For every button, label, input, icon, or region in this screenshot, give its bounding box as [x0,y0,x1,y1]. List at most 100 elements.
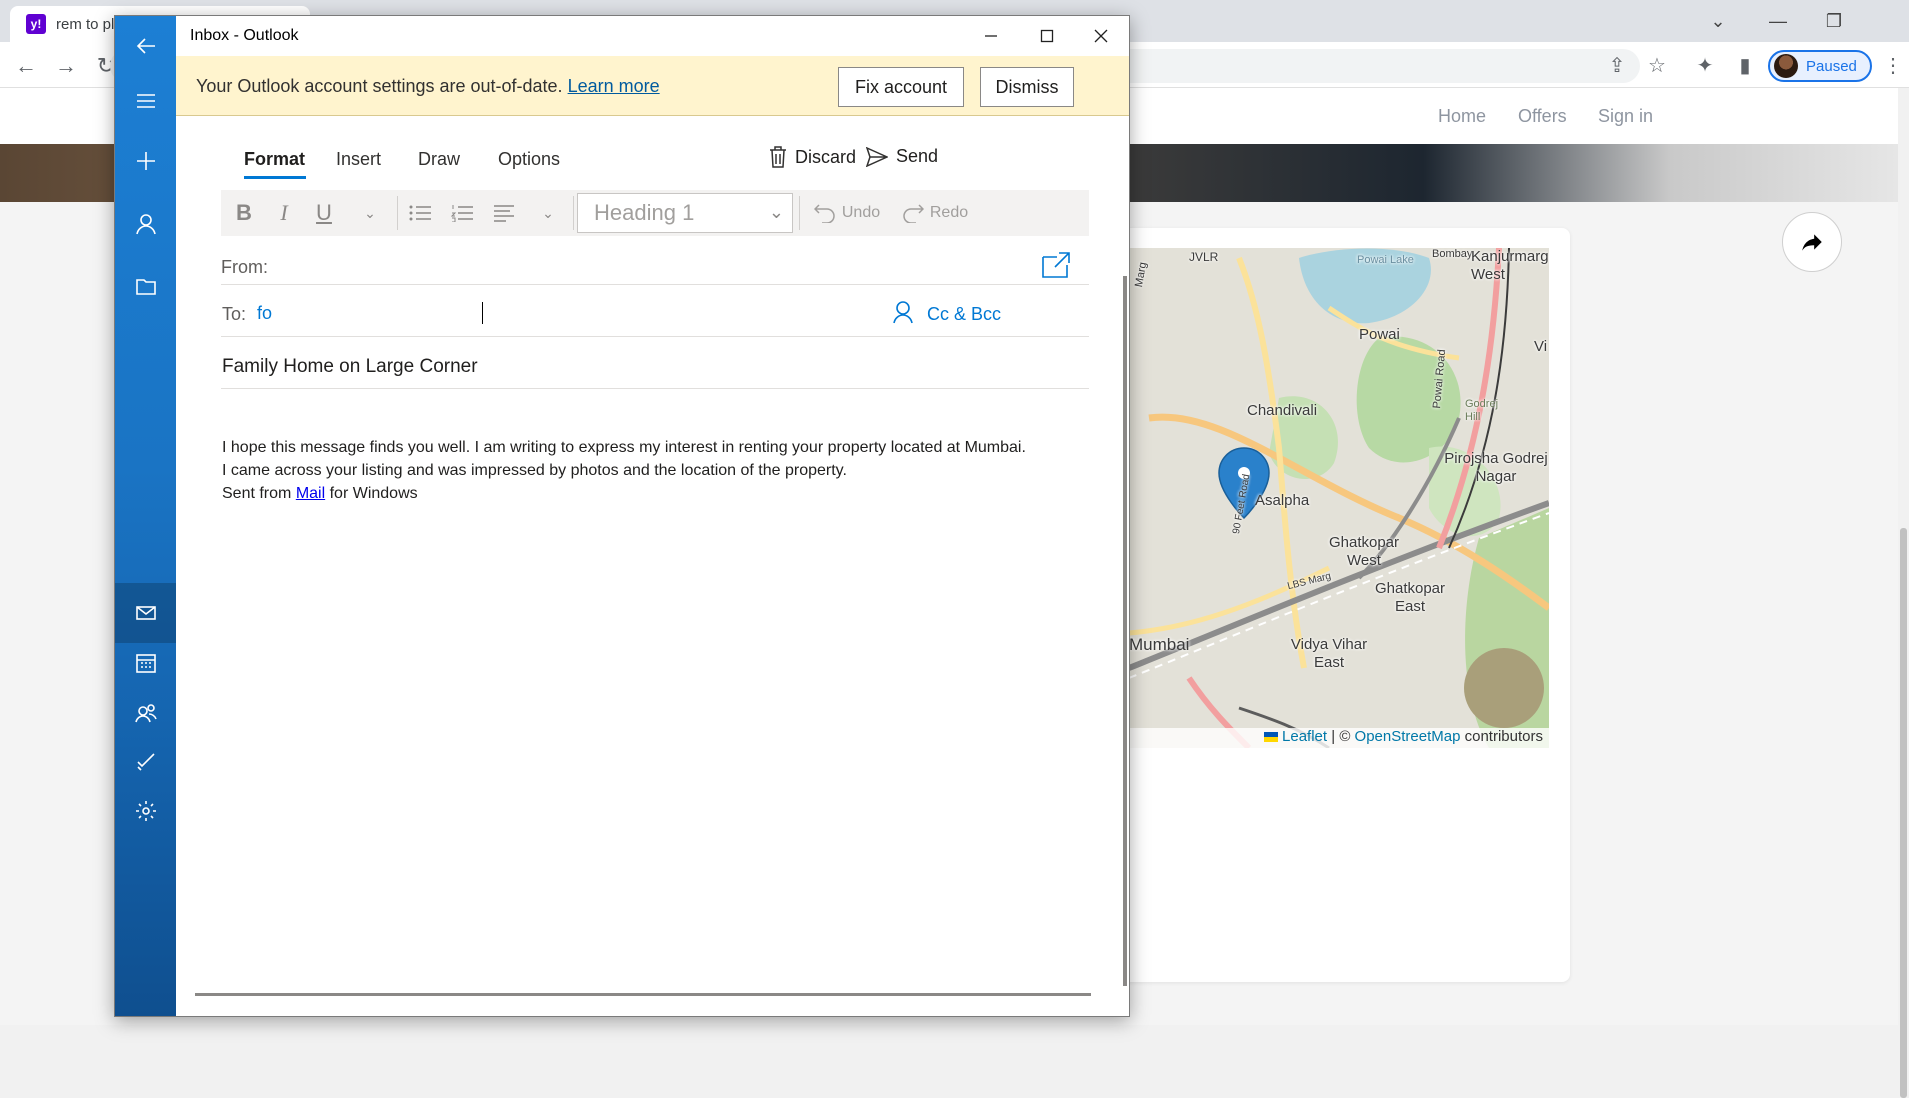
cc-bcc-button[interactable]: Cc & Bcc [927,304,1001,325]
format-toolbar: B I U ⌄ ⌄ Heading 1 ⌄ Undo Redo [221,190,1089,236]
font-options-chevron-icon[interactable]: ⌄ [353,190,387,236]
nav-signin-link[interactable]: Sign in [1598,106,1653,127]
to-label: To: [222,304,247,324]
share-arrow-icon [1802,234,1822,251]
forward-arrow-icon[interactable]: → [50,50,82,82]
profile-paused-chip[interactable]: Paused [1768,50,1872,82]
osm-link[interactable]: OpenStreetMap [1355,728,1461,745]
plus-icon [136,152,155,170]
share-page-icon[interactable]: ⇪ [1602,50,1632,80]
to-row: To: fo Cc & Bcc [221,286,1089,337]
mail-icon [135,606,156,620]
browser-tab-title: rem to pl [56,15,115,33]
toolbar-divider [573,196,574,230]
hamburger-icon [136,94,155,108]
nav-offers-link[interactable]: Offers [1518,106,1567,127]
popout-window-icon [1042,252,1070,278]
browser-minimize-icon[interactable]: — [1750,0,1806,42]
page-scrollbar-thumb[interactable] [1900,528,1907,1098]
redo-button[interactable]: Redo [897,190,973,236]
map-label-ghatkopar-east: Ghatkopar East [1374,580,1446,615]
side-panel-icon[interactable]: ▮ [1730,50,1760,80]
avatar [1774,54,1798,78]
page-scrollbar[interactable] [1898,88,1909,1098]
undo-button[interactable]: Undo [809,190,885,236]
person-icon [893,301,913,324]
tab-format[interactable]: Format [244,149,305,170]
tab-options[interactable]: Options [498,149,560,170]
gear-icon [135,801,156,821]
map-label-jvlr: JVLR [1189,250,1219,264]
message-body[interactable]: I hope this message finds you well. I am… [222,436,1092,505]
heading-style-dropdown[interactable]: Heading 1 ⌄ [577,193,793,233]
map-label-asalpha: Asalpha [1255,492,1310,509]
map-label-mumbai: Mumbai [1129,635,1190,654]
dismiss-button[interactable]: Dismiss [980,67,1074,107]
tab-draw[interactable]: Draw [418,149,460,170]
browser-restore-icon[interactable]: ❐ [1806,0,1862,42]
window-title: Inbox - Outlook [190,27,299,44]
accounts-button[interactable] [115,194,176,254]
learn-more-link[interactable]: Learn more [568,76,660,96]
hamburger-menu-button[interactable] [115,71,176,131]
minimize-button[interactable] [963,16,1019,56]
send-label: Send [896,146,939,166]
nav-home-link[interactable]: Home [1438,106,1486,127]
maximize-button[interactable] [1019,16,1075,56]
from-row: From: [221,241,1089,285]
maximize-icon [1040,29,1054,43]
outlook-window: Inbox - Outlook Your Outlook account set… [114,15,1130,1017]
map-label-powai: Powai [1359,326,1400,343]
fix-account-button[interactable]: Fix account [838,67,964,107]
align-button[interactable] [487,190,521,236]
compose-vertical-scrollbar[interactable] [1123,276,1127,986]
folders-button[interactable] [115,256,176,316]
bullets-button[interactable] [403,190,437,236]
leaflet-link[interactable]: Leaflet [1282,728,1327,745]
browser-menu-icon[interactable]: ⋮ [1878,50,1908,80]
extensions-puzzle-icon[interactable]: ✦ [1690,50,1720,80]
map-label-powai-lake: Powai Lake [1357,254,1414,266]
attribution-separator: | © [1331,728,1351,745]
to-recipient-input[interactable]: fo [257,303,272,324]
tab-insert[interactable]: Insert [336,149,381,170]
tab-search-chevron-icon[interactable]: ⌄ [1690,0,1746,42]
signature-prefix: Sent from [222,485,292,502]
map-label-vi: Vi [1534,338,1548,355]
heading-style-value: Heading 1 [594,200,695,225]
attribution-contributors: contributors [1464,728,1543,745]
underline-button[interactable]: U [307,190,341,236]
yahoo-favicon-icon: y! [26,14,46,34]
popout-button[interactable] [1041,251,1073,279]
bookmark-star-icon[interactable]: ☆ [1642,50,1672,80]
body-line-1: I hope this message finds you well. I am… [222,439,1026,456]
ukraine-flag-icon [1264,732,1279,743]
share-button[interactable] [1782,212,1842,272]
app-rail [115,16,176,1016]
send-button[interactable]: Send [866,146,938,167]
mail-app-link[interactable]: Mail [296,485,325,502]
trash-icon [770,146,786,168]
bold-button[interactable]: B [227,190,261,236]
account-warning-banner: Your Outlook account settings are out-of… [176,56,1129,116]
back-arrow-icon[interactable]: ← [10,50,42,82]
minimize-icon [985,35,997,37]
numbering-button[interactable] [445,190,479,236]
settings-button[interactable] [115,781,176,841]
italic-button[interactable]: I [267,190,301,236]
discard-label: Discard [795,146,857,167]
signature-suffix: for Windows [329,485,418,502]
contacts-picker-button[interactable] [891,300,917,326]
map-label-godrej-hill: Godrej Hill [1465,398,1499,423]
back-button[interactable] [115,16,176,76]
close-button[interactable] [1073,16,1129,56]
subject-field[interactable]: Family Home on Large Corner [222,356,478,378]
compose-horizontal-scrollbar[interactable] [195,993,1091,996]
checkmark-icon [136,753,155,771]
new-mail-button[interactable] [115,131,176,191]
paragraph-options-chevron-icon[interactable]: ⌄ [531,190,565,236]
map-label-ghatkopar-west: Ghatkopar West [1328,534,1400,569]
banner-message: Your Outlook account settings are out-of… [196,76,660,97]
location-map[interactable]: JVLR Powai Lake Bombay Kanjurmarg West P… [1129,248,1549,748]
discard-button[interactable]: Discard [769,146,856,168]
